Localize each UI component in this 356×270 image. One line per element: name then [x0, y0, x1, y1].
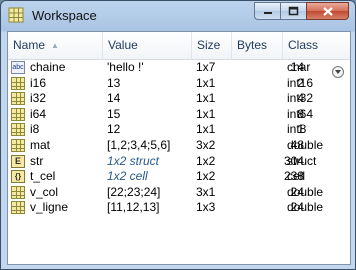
variable-class: double: [287, 184, 324, 199]
variable-size: 1x2: [196, 169, 216, 184]
title-bar[interactable]: Workspace: [1, 1, 355, 31]
variable-value: [22;23;24]: [107, 184, 161, 199]
variable-size: 1x2: [196, 153, 216, 168]
variable-name: i8: [30, 122, 40, 137]
table-header: Name ▲ Value Size Bytes Class: [8, 32, 350, 60]
table-row[interactable]: mat [1,2;3,4;5,6] 3x2 48 double: [8, 138, 350, 154]
matrix-icon: [11, 92, 25, 106]
maximize-icon: [288, 6, 299, 16]
variable-value: 14: [107, 91, 121, 106]
variable-class: int64: [287, 106, 314, 121]
table-row[interactable]: v_col [22;23;24] 3x1 24 double: [8, 185, 350, 201]
workspace-app-icon: [8, 7, 24, 23]
variable-class: int8: [287, 122, 307, 137]
variable-value: 1x2 struct: [107, 153, 160, 168]
variable-name: chaine: [30, 60, 66, 74]
column-header-size[interactable]: Size: [192, 32, 232, 59]
matrix-icon: [11, 138, 25, 152]
variable-class: int32: [287, 91, 314, 106]
table-row[interactable]: i8 12 1x1 1 int8: [8, 122, 350, 138]
variable-name: i64: [30, 106, 47, 121]
variable-name: v_col: [30, 184, 59, 199]
table-row[interactable]: Estr 1x2 struct 1x2 304 struct: [8, 154, 350, 170]
column-bytes-label: Bytes: [237, 38, 268, 52]
variable-list: abc chaine'hello !' 1x7 14 char i16 13 1x1 2 int1…: [8, 60, 350, 216]
table-row[interactable]: v_ligne [11,12,13] 1x3 24 double: [8, 200, 350, 216]
variable-name: mat: [30, 137, 51, 152]
table-row[interactable]: {} t_cel 1x2 cell 1x2 238 cell: [8, 169, 350, 185]
variable-value: 1x2 cell: [107, 169, 148, 184]
variable-value: [1,2;3,4;5,6]: [107, 137, 171, 152]
matrix-icon: [11, 107, 25, 121]
matrix-icon: [11, 201, 25, 215]
variable-class: char: [287, 60, 311, 74]
matrix-icon: [11, 76, 25, 90]
variable-class: double: [287, 200, 324, 215]
variable-name: i16: [30, 75, 47, 90]
table-row[interactable]: i32 14 1x1 4 int32: [8, 91, 350, 107]
variable-class: double: [287, 137, 324, 152]
char-icon: abc: [11, 61, 25, 74]
close-button[interactable]: [306, 2, 349, 20]
variable-value: 12: [107, 122, 121, 137]
matrix-icon: [11, 185, 25, 199]
variable-class: int16: [287, 75, 314, 90]
column-name-label: Name: [13, 38, 46, 52]
minimize-icon: [263, 12, 272, 14]
struct-icon: E: [11, 154, 25, 168]
column-size-label: Size: [197, 38, 221, 52]
column-header-class[interactable]: Class: [283, 32, 350, 59]
column-header-name[interactable]: Name ▲: [8, 32, 103, 59]
variable-value: 'hello !': [107, 60, 144, 74]
window-title: Workspace: [32, 8, 97, 23]
cell-icon: {}: [11, 170, 25, 184]
minimize-button[interactable]: [254, 2, 280, 20]
column-header-value[interactable]: Value: [103, 32, 192, 59]
variable-name: t_cel: [30, 169, 56, 184]
workspace-window: Workspace Name ▲ Value Size Bytes Class …: [0, 0, 356, 270]
variable-name: str: [30, 153, 44, 168]
column-class-label: Class: [288, 38, 319, 52]
matrix-icon: [11, 123, 25, 137]
sort-ascending-icon: ▲: [51, 41, 59, 50]
variable-name: v_ligne: [30, 200, 69, 215]
variable-value: [11,12,13]: [107, 200, 160, 215]
variable-size: 3x1: [196, 184, 216, 199]
variable-size: 1x7: [196, 60, 216, 74]
variable-size: 1x3: [196, 200, 216, 215]
maximize-button[interactable]: [280, 2, 306, 20]
variable-size: 1x1: [196, 91, 216, 106]
variable-class: cell: [287, 169, 306, 184]
close-icon: [322, 6, 333, 16]
column-header-bytes[interactable]: Bytes: [232, 32, 283, 59]
variable-size: 1x1: [196, 75, 216, 90]
variable-class: struct: [287, 153, 317, 168]
variable-value: 15: [107, 106, 121, 121]
workspace-table: Name ▲ Value Size Bytes Class abc chaine 'h…: [7, 31, 351, 265]
variable-value: 13: [107, 75, 121, 90]
variable-name: i32: [30, 91, 47, 106]
table-row[interactable]: i16 13 1x1 2 int16: [8, 76, 350, 92]
variable-size: 1x1: [196, 122, 216, 137]
table-row[interactable]: abc chaine'hello !' 1x7 14 char: [8, 60, 350, 76]
table-row[interactable]: i64 15 1x1 8 int64: [8, 107, 350, 123]
column-value-label: Value: [108, 38, 138, 52]
variable-size: 3x2: [196, 137, 216, 152]
variable-size: 1x1: [196, 106, 216, 121]
